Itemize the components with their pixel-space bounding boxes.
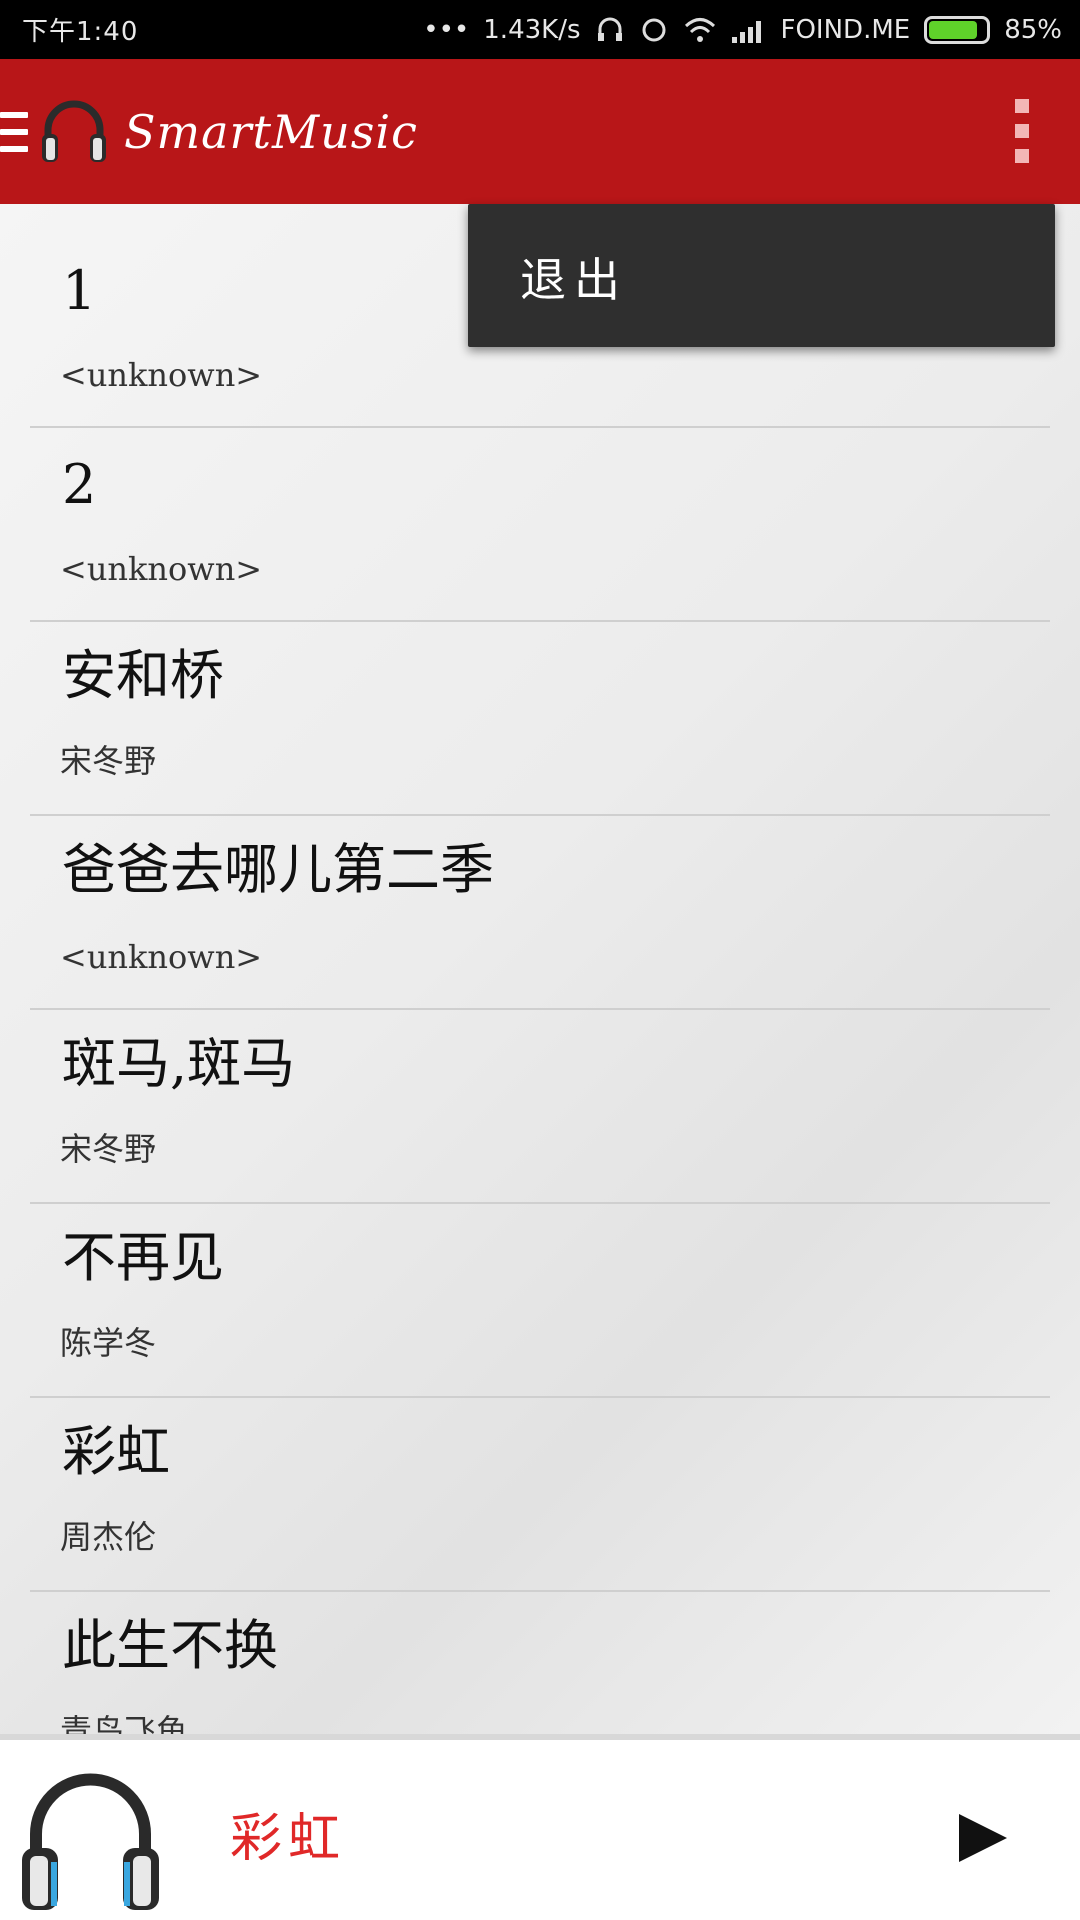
- song-list-item[interactable]: 此生不换 青鸟飞鱼: [30, 1592, 1050, 1734]
- song-title: 2: [62, 453, 97, 516]
- wifi-icon: [683, 15, 717, 45]
- song-list-item[interactable]: 斑马,斑马 宋冬野: [30, 1010, 1050, 1204]
- battery-icon: [924, 15, 991, 44]
- status-time: 下午1:40: [22, 17, 139, 47]
- song-artist: <unknown>: [60, 938, 263, 976]
- song-list-item[interactable]: 彩虹 周杰伦: [30, 1398, 1050, 1592]
- status-net-speed: 1.43K/s: [483, 14, 581, 45]
- song-title: 安和桥: [62, 644, 224, 707]
- status-bar: 下午1:40 ••• 1.43K/s FOIND.ME 85%: [0, 0, 1080, 59]
- song-artist: 陈学冬: [60, 1324, 157, 1362]
- song-list-item[interactable]: 不再见 陈学冬: [30, 1204, 1050, 1398]
- song-artist: <unknown>: [60, 550, 263, 588]
- overflow-menu-icon[interactable]: [1012, 99, 1032, 163]
- song-title: 爸爸去哪儿第二季: [62, 838, 494, 901]
- headphones-art-icon: [22, 1773, 159, 1910]
- song-list-item[interactable]: 安和桥 宋冬野: [30, 622, 1050, 816]
- song-title: 不再见: [62, 1226, 224, 1289]
- song-title: 斑马,斑马: [62, 1032, 296, 1095]
- now-playing-bar[interactable]: 彩虹: [0, 1734, 1080, 1920]
- menu-item-exit[interactable]: 退出: [520, 244, 628, 310]
- song-list: 1 <unknown> 2 <unknown> 安和桥 宋冬野 爸爸去哪儿第二季…: [0, 204, 1080, 1734]
- song-artist: 青鸟飞鱼: [60, 1712, 189, 1734]
- headphones-logo-icon: [42, 100, 106, 162]
- song-list-item[interactable]: 2 <unknown>: [30, 428, 1050, 622]
- sync-icon: [639, 15, 669, 45]
- song-artist: 宋冬野: [60, 1130, 157, 1168]
- song-artist: 宋冬野: [60, 742, 157, 780]
- overflow-popup-menu: 退出: [468, 204, 1055, 347]
- song-artist: 周杰伦: [60, 1518, 157, 1556]
- play-icon[interactable]: [955, 1810, 1011, 1866]
- app-bar: SmartMusic: [0, 59, 1080, 204]
- headset-icon: [595, 15, 625, 45]
- song-title: 此生不换: [62, 1614, 278, 1677]
- more-dots-icon: •••: [423, 14, 470, 45]
- now-playing-title: 彩虹: [230, 1809, 347, 1869]
- signal-icon: [731, 15, 767, 45]
- song-list-item[interactable]: 爸爸去哪儿第二季 <unknown>: [30, 816, 1050, 1010]
- status-battery-percent: 85%: [1004, 14, 1062, 45]
- song-title: 1: [62, 259, 97, 322]
- menu-icon[interactable]: [0, 111, 28, 152]
- song-artist: <unknown>: [60, 356, 263, 394]
- status-indicators: ••• 1.43K/s FOIND.ME 85%: [423, 15, 1062, 45]
- status-carrier: FOIND.ME: [780, 14, 911, 45]
- song-title: 彩虹: [62, 1420, 170, 1483]
- app-title: SmartMusic: [124, 104, 418, 159]
